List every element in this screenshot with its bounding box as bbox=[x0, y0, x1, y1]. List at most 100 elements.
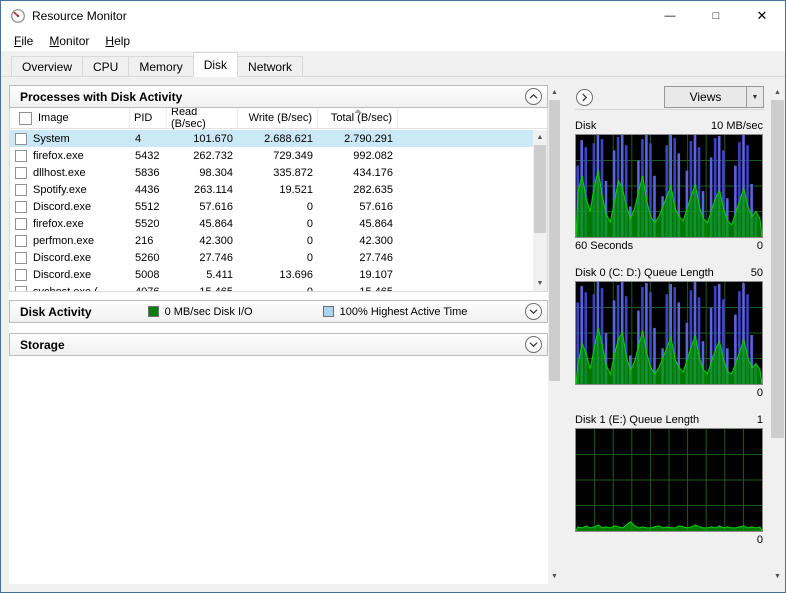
scrollbar-thumb[interactable] bbox=[534, 145, 546, 233]
process-write: 0 bbox=[306, 251, 313, 264]
table-row[interactable]: Spotify.exe 4436 263.114 19.521 282.635 bbox=[10, 181, 533, 198]
spacer bbox=[9, 323, 548, 333]
process-write: 19.521 bbox=[279, 183, 313, 196]
process-total: 15.465 bbox=[318, 283, 398, 292]
disk-activity-title: Disk Activity bbox=[20, 304, 92, 319]
menu-file[interactable]: File bbox=[6, 33, 41, 50]
window-title: Resource Monitor bbox=[32, 9, 127, 23]
row-checkbox[interactable] bbox=[15, 132, 27, 145]
maximize-button[interactable]: □ bbox=[693, 1, 739, 31]
row-checkbox[interactable] bbox=[15, 200, 27, 213]
scrollbar-thumb[interactable] bbox=[771, 100, 784, 438]
table-row[interactable]: perfmon.exe 216 42.300 0 42.300 bbox=[10, 232, 533, 249]
row-checkbox[interactable] bbox=[15, 149, 27, 162]
tab-overview[interactable]: Overview bbox=[11, 56, 84, 77]
chart-title: Disk 0 (C: D:) Queue Length bbox=[575, 267, 714, 279]
scroll-up-icon[interactable]: ▲ bbox=[770, 85, 785, 100]
disk-activity-legend: 0 MB/sec Disk I/O 100% Highest Active Ti… bbox=[147, 306, 467, 318]
process-image-name: dllhost.exe bbox=[33, 166, 86, 179]
scrollbar-thumb[interactable] bbox=[549, 100, 560, 382]
expand-disk-activity-button[interactable] bbox=[525, 303, 542, 320]
minimize-button[interactable]: — bbox=[647, 1, 693, 31]
column-label-image: Image bbox=[38, 112, 69, 124]
table-row[interactable]: firefox.exe 5432 262.732 729.349 992.082 bbox=[10, 147, 533, 164]
menu-monitor[interactable]: Monitor bbox=[41, 33, 97, 50]
title-bar: Resource Monitor — □ ✕ bbox=[1, 1, 785, 31]
views-button[interactable]: Views ▼ bbox=[664, 86, 764, 108]
process-write: 335.872 bbox=[273, 166, 313, 179]
expand-storage-button[interactable] bbox=[525, 336, 542, 353]
process-read: 45.864 bbox=[199, 217, 233, 230]
chart-plot-area bbox=[575, 134, 763, 238]
tab-bar: Overview CPU Memory Disk Network bbox=[1, 51, 785, 77]
table-row[interactable]: Discord.exe 5512 57.616 0 57.616 bbox=[10, 198, 533, 215]
spacer bbox=[9, 292, 548, 300]
table-row[interactable]: svchost.exe (407615.465015.465 bbox=[10, 283, 533, 291]
row-checkbox[interactable] bbox=[15, 217, 27, 230]
process-total: 992.082 bbox=[353, 149, 393, 162]
scrollbar-track[interactable] bbox=[770, 100, 785, 569]
tab-disk[interactable]: Disk bbox=[192, 52, 239, 77]
left-column: Processes with Disk Activity Image PID R… bbox=[9, 85, 548, 584]
process-pid: 4 bbox=[135, 132, 142, 145]
process-pid: 5260 bbox=[135, 251, 160, 264]
chart-section-1: Disk 0 (C: D:) Queue Length 50 0 bbox=[575, 265, 764, 401]
processes-panel-header[interactable]: Processes with Disk Activity bbox=[9, 85, 548, 108]
row-checkbox[interactable] bbox=[15, 183, 27, 196]
collapse-processes-button[interactable] bbox=[525, 88, 542, 105]
scrollbar-track[interactable] bbox=[533, 145, 547, 276]
chart-plot-area bbox=[575, 428, 763, 532]
process-total: 2.790.291 bbox=[344, 132, 393, 145]
storage-header[interactable]: Storage bbox=[9, 333, 548, 356]
table-row[interactable]: Discord.exe 5008 5.411 13.696 19.107 bbox=[10, 266, 533, 283]
scroll-up-icon[interactable]: ▲ bbox=[548, 85, 561, 100]
column-label-pid: PID bbox=[134, 112, 153, 124]
column-header-read[interactable]: Read (B/sec) bbox=[167, 108, 238, 130]
views-dropdown-arrow-icon[interactable]: ▼ bbox=[746, 87, 763, 107]
table-row[interactable]: dllhost.exe 5836 98.304 335.872 434.176 bbox=[10, 164, 533, 181]
table-row[interactable]: System 4 101.670 2.688.621 2.790.291 bbox=[10, 130, 533, 147]
process-pid: 5432 bbox=[135, 149, 160, 162]
scroll-down-icon[interactable]: ▼ bbox=[770, 569, 785, 584]
tab-cpu[interactable]: CPU bbox=[82, 56, 130, 77]
process-total: 57.616 bbox=[359, 200, 393, 213]
legend-swatch-green bbox=[147, 306, 159, 317]
chart-title: Disk 1 (E:) Queue Length bbox=[575, 414, 700, 426]
chart-scale-label: 10 MB/sec bbox=[711, 120, 763, 132]
row-checkbox[interactable] bbox=[15, 285, 27, 291]
table-row[interactable]: Discord.exe 5260 27.746 0 27.746 bbox=[10, 249, 533, 266]
menu-help[interactable]: Help bbox=[97, 33, 138, 50]
process-pid: 4076 bbox=[130, 283, 167, 292]
table-row[interactable]: firefox.exe 5520 45.864 0 45.864 bbox=[10, 215, 533, 232]
chart-title: Disk bbox=[575, 120, 597, 132]
tab-network[interactable]: Network bbox=[237, 56, 304, 77]
process-pid: 5836 bbox=[135, 166, 160, 179]
sidebar-scrollbar[interactable]: ▲ ▼ bbox=[770, 85, 785, 584]
process-image-name: Spotify.exe bbox=[33, 183, 87, 196]
collapse-sidebar-button[interactable] bbox=[576, 88, 593, 106]
row-checkbox[interactable] bbox=[15, 268, 27, 281]
row-checkbox[interactable] bbox=[15, 251, 27, 264]
process-pid: 4436 bbox=[135, 183, 160, 196]
scrollbar-track[interactable] bbox=[548, 100, 561, 569]
scroll-up-icon[interactable]: ▲ bbox=[533, 130, 547, 145]
table-scrollbar[interactable]: ▲ ▼ bbox=[533, 130, 547, 291]
disk-activity-header[interactable]: Disk Activity 0 MB/sec Disk I/O 100% Hig… bbox=[9, 300, 548, 323]
column-header-total[interactable]: Total (B/sec) bbox=[318, 108, 398, 128]
column-header-image[interactable]: Image bbox=[10, 108, 130, 128]
tab-memory[interactable]: Memory bbox=[128, 56, 194, 77]
process-image-name: firefox.exe bbox=[33, 217, 84, 230]
processes-panel-title: Processes with Disk Activity bbox=[20, 89, 183, 104]
select-all-checkbox[interactable] bbox=[19, 111, 32, 125]
row-checkbox[interactable] bbox=[15, 234, 27, 247]
row-checkbox[interactable] bbox=[15, 166, 27, 179]
process-read: 15.465 bbox=[167, 283, 238, 292]
views-label: Views bbox=[689, 90, 722, 104]
column-header-write[interactable]: Write (B/sec) bbox=[238, 108, 318, 128]
process-total: 45.864 bbox=[359, 217, 393, 230]
main-scrollbar[interactable]: ▲ ▼ bbox=[548, 85, 561, 584]
close-button[interactable]: ✕ bbox=[739, 1, 785, 31]
scroll-down-icon[interactable]: ▼ bbox=[533, 276, 547, 291]
scroll-down-icon[interactable]: ▼ bbox=[548, 569, 561, 584]
column-header-pid[interactable]: PID bbox=[130, 108, 167, 128]
